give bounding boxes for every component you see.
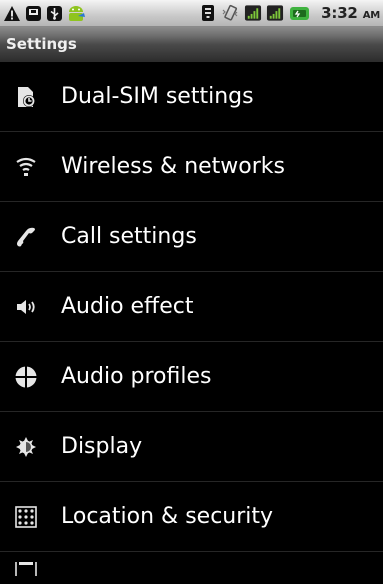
settings-item-audio-profiles[interactable]: Audio profiles [0, 342, 383, 412]
status-clock: 3:32 AM [321, 4, 380, 22]
warning-icon [3, 4, 21, 22]
status-bar[interactable]: 3:32 AM [0, 0, 383, 27]
display-icon [13, 434, 39, 460]
phone-handset-icon [13, 224, 39, 250]
title-bar: Settings [0, 27, 383, 62]
usb-icon [45, 4, 63, 22]
wifi-icon [199, 4, 217, 22]
wireless-icon [13, 154, 39, 180]
settings-item-call[interactable]: Call settings [0, 202, 383, 272]
speaker-icon [13, 294, 39, 320]
settings-item-wireless[interactable]: Wireless & networks [0, 132, 383, 202]
partial-item-icon [13, 562, 39, 576]
audio-profiles-icon [13, 364, 39, 390]
clock-ampm: AM [362, 10, 381, 21]
dual-sim-icon [13, 84, 39, 110]
signal-sim2-icon [266, 4, 284, 22]
settings-item-display[interactable]: Display [0, 412, 383, 482]
android-icon [65, 4, 87, 22]
settings-item-location-security[interactable]: Location & security [0, 482, 383, 552]
settings-list: Dual-SIM settings Wireless & networks Ca… [0, 62, 383, 582]
settings-item-label: Audio profiles [61, 364, 212, 389]
sd-card-icon [24, 4, 42, 22]
settings-item-dual-sim[interactable]: Dual-SIM settings [0, 62, 383, 132]
page-title: Settings [6, 35, 77, 53]
battery-icon [289, 4, 310, 22]
settings-item-label: Call settings [61, 224, 197, 249]
settings-item-label: Audio effect [61, 294, 194, 319]
vibrate-icon [221, 4, 239, 22]
location-grid-icon [13, 504, 39, 530]
settings-item-label: Display [61, 434, 143, 459]
clock-time: 3:32 [321, 4, 358, 22]
settings-item-partial[interactable] [0, 552, 383, 582]
settings-item-label: Location & security [61, 504, 274, 529]
settings-item-label: Wireless & networks [61, 154, 285, 179]
settings-item-audio-effect[interactable]: Audio effect [0, 272, 383, 342]
signal-sim1-icon [244, 4, 262, 22]
settings-item-label: Dual-SIM settings [61, 84, 254, 109]
